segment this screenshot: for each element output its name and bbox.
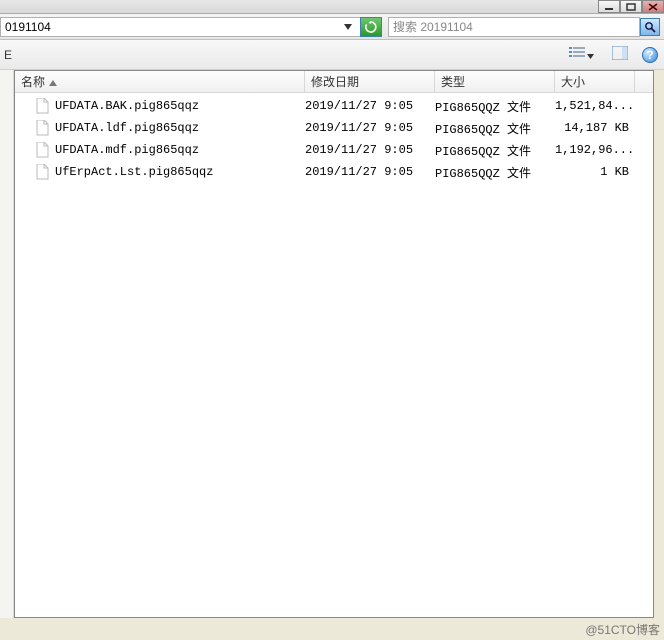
column-header-size[interactable]: 大小 [555, 71, 635, 92]
column-size-label: 大小 [561, 73, 585, 90]
column-header-type[interactable]: 类型 [435, 71, 555, 92]
main-area: 名称 修改日期 类型 大小 UFDATA.BAK.pig865qqz2019/1… [0, 70, 654, 618]
help-icon: ? [646, 48, 653, 62]
file-name: UfErpAct.Lst.pig865qqz [55, 165, 305, 179]
file-row[interactable]: UFDATA.ldf.pig865qqz2019/11/27 9:05PIG86… [15, 117, 653, 139]
column-header-row: 名称 修改日期 类型 大小 [15, 71, 653, 93]
file-type: PIG865QQZ 文件 [435, 120, 555, 137]
file-row[interactable]: UFDATA.BAK.pig865qqz2019/11/27 9:05PIG86… [15, 95, 653, 117]
file-size: 1,192,96... [555, 143, 635, 157]
titlebar [0, 0, 664, 14]
file-row[interactable]: UFDATA.mdf.pig865qqz2019/11/27 9:05PIG86… [15, 139, 653, 161]
file-date: 2019/11/27 9:05 [305, 99, 435, 113]
column-name-label: 名称 [21, 73, 45, 90]
navigation-pane-edge[interactable] [0, 70, 14, 618]
refresh-button[interactable] [360, 17, 382, 37]
window-right-edge [654, 70, 664, 618]
search-button[interactable] [640, 18, 660, 36]
toolbar: E [0, 40, 664, 70]
file-rows: UFDATA.BAK.pig865qqz2019/11/27 9:05PIG86… [15, 93, 653, 617]
sort-asc-icon [49, 75, 57, 89]
file-date: 2019/11/27 9:05 [305, 143, 435, 157]
column-type-label: 类型 [441, 73, 465, 90]
close-button[interactable] [642, 0, 664, 13]
address-path-text: 0191104 [5, 20, 340, 34]
file-name: UFDATA.mdf.pig865qqz [55, 143, 305, 157]
file-list-pane: 名称 修改日期 类型 大小 UFDATA.BAK.pig865qqz2019/1… [14, 70, 654, 618]
file-date: 2019/11/27 9:05 [305, 121, 435, 135]
file-type: PIG865QQZ 文件 [435, 142, 555, 159]
column-header-name[interactable]: 名称 [15, 71, 305, 92]
file-size: 14,187 KB [555, 121, 635, 135]
file-size: 1,521,84... [555, 99, 635, 113]
help-button[interactable]: ? [642, 47, 658, 63]
file-row[interactable]: UfErpAct.Lst.pig865qqz2019/11/27 9:05PIG… [15, 161, 653, 183]
navigation-bar: 0191104 搜索 20191104 [0, 14, 664, 40]
file-size: 1 KB [555, 165, 635, 179]
views-button[interactable] [565, 43, 598, 66]
column-date-label: 修改日期 [311, 73, 359, 90]
file-date: 2019/11/27 9:05 [305, 165, 435, 179]
file-name: UFDATA.BAK.pig865qqz [55, 99, 305, 113]
chevron-down-icon [587, 48, 594, 62]
search-placeholder-text: 搜索 20191104 [393, 18, 637, 35]
preview-pane-icon [612, 46, 628, 63]
maximize-button[interactable] [620, 0, 642, 13]
file-type: PIG865QQZ 文件 [435, 164, 555, 181]
file-icon [35, 120, 51, 136]
preview-pane-button[interactable] [608, 43, 632, 66]
views-icon [569, 46, 585, 63]
column-header-spacer [635, 71, 653, 92]
refresh-icon [365, 21, 377, 33]
minimize-button[interactable] [598, 0, 620, 13]
explorer-window: 0191104 搜索 20191104 E [0, 0, 664, 640]
address-dropdown-icon[interactable] [340, 18, 356, 36]
search-icon [644, 21, 656, 33]
watermark-text: @51CTO博客 [585, 621, 660, 638]
address-bar[interactable]: 0191104 [0, 17, 360, 37]
search-input[interactable]: 搜索 20191104 [388, 17, 640, 37]
toolbar-left-hint: E [2, 48, 12, 62]
file-icon [35, 98, 51, 114]
column-header-date[interactable]: 修改日期 [305, 71, 435, 92]
file-type: PIG865QQZ 文件 [435, 98, 555, 115]
file-icon [35, 142, 51, 158]
file-icon [35, 164, 51, 180]
file-name: UFDATA.ldf.pig865qqz [55, 121, 305, 135]
